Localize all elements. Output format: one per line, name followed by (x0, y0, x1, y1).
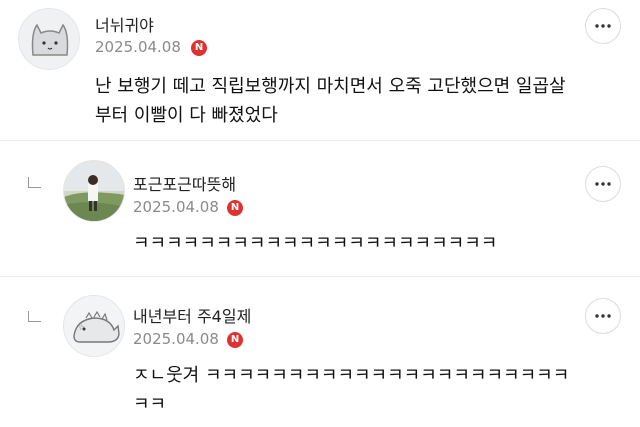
reply-item: ☆ 내년부터 주4일제 2025.04.08 N ㅈㄴ웃겨 ㅋㅋㅋㅋㅋㅋㅋㅋㅋㅋ… (0, 277, 640, 427)
more-options-button[interactable] (585, 166, 621, 202)
comment-text: 난 보행기 떼고 직립보행까지 마치면서 오죽 고단했으면 일곱살 부터 이빨이… (95, 76, 566, 126)
new-badge: N (227, 200, 243, 216)
cat-avatar-icon[interactable] (18, 8, 80, 70)
more-dots-icon (595, 314, 611, 318)
comment-author[interactable]: 너뉘귀야 (95, 12, 154, 36)
svg-text:☆: ☆ (78, 323, 85, 332)
comment-text: ㅈㄴ웃겨 ㅋㅋㅋㅋㅋㅋㅋㅋㅋㅋㅋㅋㅋㅋㅋㅋㅋㅋㅋㅋㅋㅋ ㅋㅋ (133, 365, 570, 415)
comment-date: 2025.04.08 (133, 198, 219, 216)
more-dots-icon (595, 182, 611, 186)
comment-text: ㅋㅋㅋㅋㅋㅋㅋㅋㅋㅋㅋㅋㅋㅋㅋㅋㅋㅋㅋㅋㅋㅋ (133, 233, 498, 254)
new-badge: N (191, 40, 207, 56)
reply-arrow-icon (28, 177, 41, 188)
more-options-button[interactable] (585, 298, 621, 334)
photo-avatar[interactable] (63, 160, 125, 222)
reply-arrow-icon (28, 311, 41, 322)
dinosaur-avatar-icon[interactable]: ☆ (63, 295, 125, 357)
comment-author[interactable]: 포근포근따뜻해 (133, 171, 236, 195)
more-options-button[interactable] (585, 8, 621, 44)
reply-item: 포근포근따뜻해 2025.04.08 N ㅋㅋㅋㅋㅋㅋㅋㅋㅋㅋㅋㅋㅋㅋㅋㅋㅋㅋㅋ… (0, 141, 640, 276)
comment-item: 너뉘귀야 2025.04.08 N 난 보행기 떼고 직립보행까지 마치면서 오… (0, 0, 640, 140)
comment-date: 2025.04.08 (133, 330, 219, 348)
comment-date: 2025.04.08 (95, 38, 181, 56)
new-badge: N (227, 332, 243, 348)
more-dots-icon (595, 24, 611, 28)
comment-author[interactable]: 내년부터 주4일제 (133, 303, 251, 327)
